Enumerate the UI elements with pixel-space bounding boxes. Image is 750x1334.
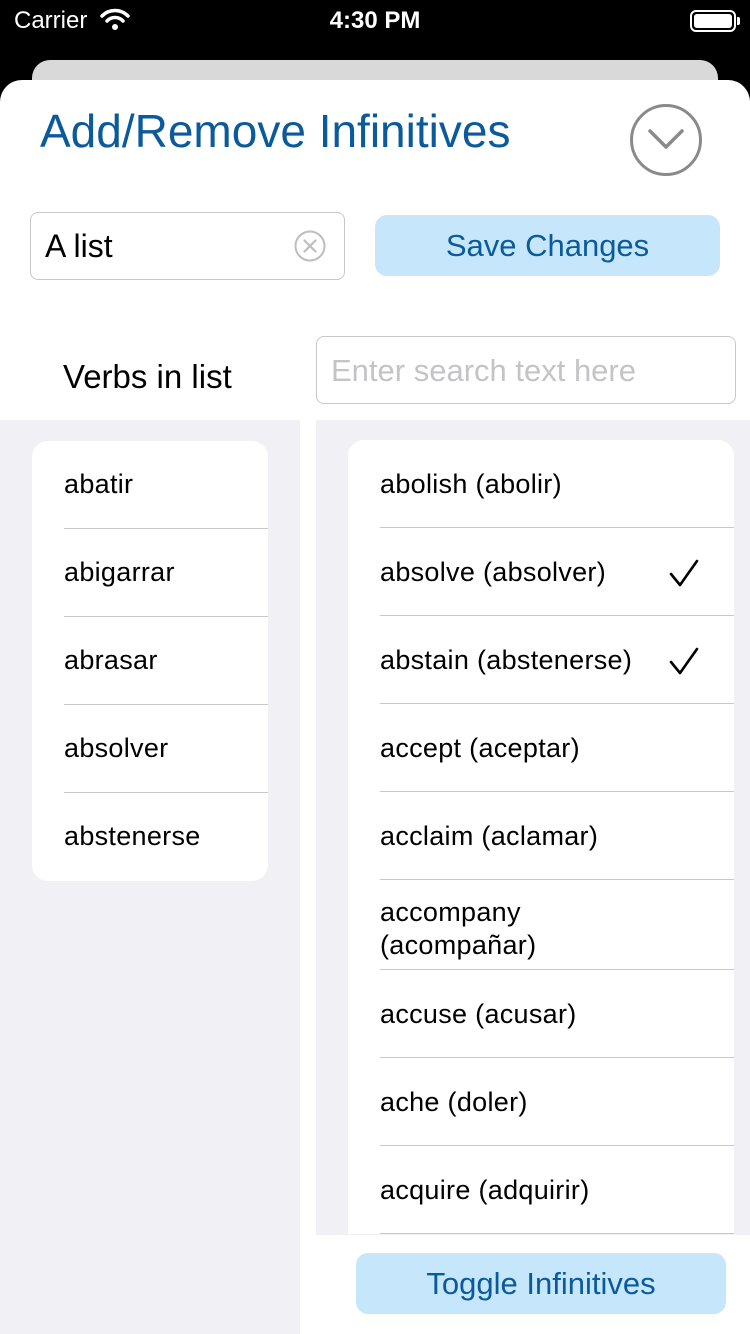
infinitive-label: accompany (acompañar)	[380, 897, 537, 960]
infinitive-row[interactable]: accompany (acompañar)	[348, 880, 734, 970]
status-bar: Carrier 4:30 PM	[0, 0, 750, 42]
search-field[interactable]	[316, 336, 736, 404]
checkmark-icon	[669, 647, 699, 675]
infinitive-row[interactable]: accept (aceptar)	[348, 704, 734, 792]
infinitive-row[interactable]: abolish (abolir)	[348, 440, 734, 528]
battery-icon	[690, 10, 740, 32]
infinitive-label: abolish (abolir)	[380, 469, 562, 499]
verbs-in-list-label: Verbs in list	[63, 358, 232, 395]
infinitive-row[interactable]: ache (doler)	[348, 1058, 734, 1146]
search-input[interactable]	[331, 351, 721, 391]
infinitive-label: acquire (adquirir)	[380, 1175, 590, 1205]
list-name-field[interactable]	[30, 212, 345, 280]
verbs-in-list-panel: abatir abigarrar abrasar absolver absten…	[0, 420, 300, 1334]
infinitive-label: abstain (abstenerse)	[380, 645, 633, 675]
modal-sheet: Add/Remove Infinitives Save Changes Verb…	[0, 80, 750, 1334]
infinitive-row[interactable]: absolve (absolver)	[348, 528, 734, 616]
page-title: Add/Remove Infinitives	[40, 105, 511, 157]
list-item[interactable]: abatir	[32, 441, 268, 529]
list-item-label: abatir	[64, 469, 134, 499]
dismiss-button[interactable]	[630, 104, 702, 176]
infinitive-label: acclaim (aclamar)	[380, 821, 599, 851]
infinitive-row[interactable]: acquire (adquirir)	[348, 1146, 734, 1234]
list-item[interactable]: abstenerse	[32, 793, 268, 881]
infinitive-row[interactable]: accuse (acusar)	[348, 970, 734, 1058]
infinitives-panel[interactable]: abolish (abolir) absolve (absolver) abst…	[316, 420, 750, 1235]
list-item-label: abigarrar	[64, 557, 175, 587]
chevron-down-icon	[648, 129, 684, 149]
checkmark-icon	[669, 559, 699, 587]
list-item-label: abstenerse	[64, 821, 201, 851]
infinitive-label: absolve (absolver)	[380, 557, 607, 587]
infinitive-label: accept (aceptar)	[380, 733, 580, 763]
list-item[interactable]: abrasar	[32, 617, 268, 705]
list-item[interactable]: absolver	[32, 705, 268, 793]
infinitive-row[interactable]: acclaim (aclamar)	[348, 792, 734, 880]
clock: 4:30 PM	[329, 7, 421, 34]
list-name-input[interactable]	[45, 227, 285, 265]
list-item-label: absolver	[64, 733, 169, 763]
list-item[interactable]: abigarrar	[32, 529, 268, 617]
infinitive-label: accuse (acusar)	[380, 999, 577, 1029]
infinitives-list: abolish (abolir) absolve (absolver) abst…	[348, 440, 734, 1234]
list-item-label: abrasar	[64, 645, 158, 675]
clear-text-icon[interactable]	[294, 230, 326, 262]
save-changes-button[interactable]: Save Changes	[375, 215, 720, 276]
infinitive-row[interactable]: abstain (abstenerse)	[348, 616, 734, 704]
infinitive-label: ache (doler)	[380, 1087, 528, 1117]
verbs-list: abatir abigarrar abrasar absolver absten…	[32, 441, 268, 881]
toggle-infinitives-button[interactable]: Toggle Infinitives	[356, 1253, 726, 1314]
